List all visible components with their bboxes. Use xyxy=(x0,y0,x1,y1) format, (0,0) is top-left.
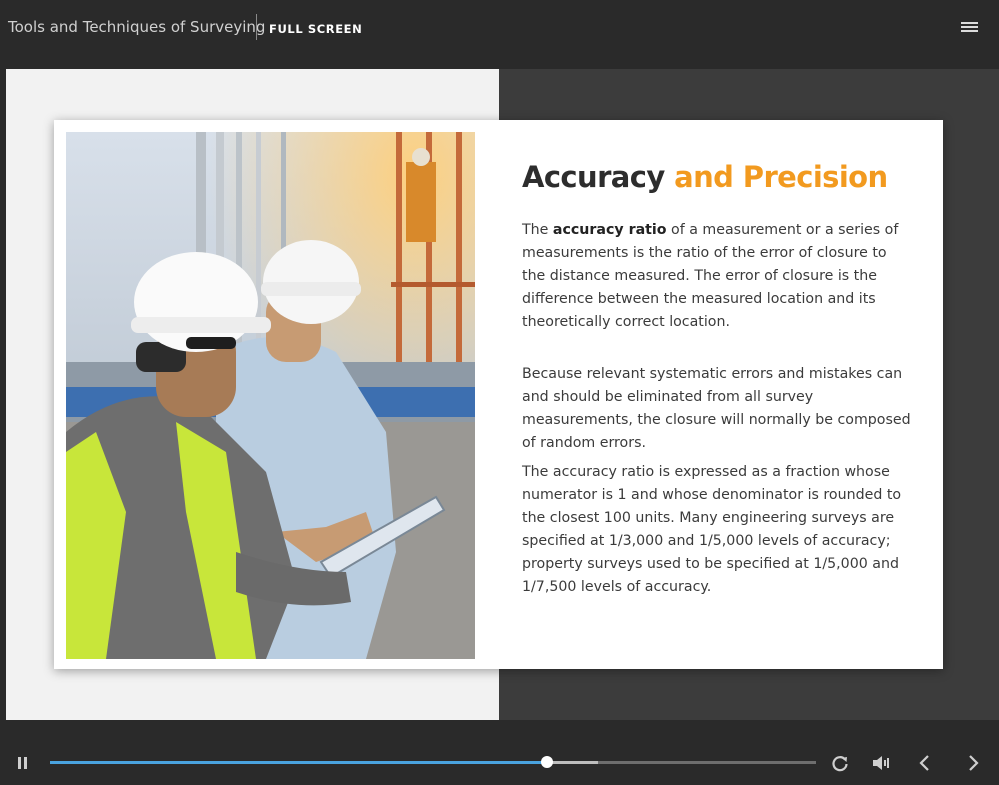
paragraph-2: Because relevant systematic errors and m… xyxy=(522,366,911,451)
slide-heading: Accuracy and Precision xyxy=(522,160,888,194)
volume-icon xyxy=(873,756,889,770)
slide-stage: Accuracy and Precision The accuracy rati… xyxy=(6,69,999,720)
paragraph-3: The accuracy ratio is expressed as a fra… xyxy=(522,464,902,595)
paragraph-1-rest: of a measurement or a series of measurem… xyxy=(522,222,899,330)
player-bar xyxy=(0,740,999,785)
progress-thumb[interactable] xyxy=(541,756,554,768)
menu-button[interactable] xyxy=(955,15,985,41)
course-title: Tools and Techniques of Surveying xyxy=(8,18,266,36)
previous-button[interactable] xyxy=(914,752,936,774)
heading-main: Accuracy xyxy=(522,160,665,194)
paragraph-1-prefix: The xyxy=(522,222,553,238)
content-card: Accuracy and Precision The accuracy rati… xyxy=(54,120,943,669)
heading-accent: and Precision xyxy=(664,160,888,194)
paragraph-1: The accuracy ratio of a measurement or a… xyxy=(522,219,914,334)
replay-button[interactable] xyxy=(829,752,851,774)
next-button[interactable] xyxy=(962,752,984,774)
pause-button[interactable] xyxy=(12,755,34,773)
volume-button[interactable] xyxy=(870,752,892,774)
progress-track[interactable] xyxy=(50,756,816,768)
chevron-right-icon xyxy=(969,755,979,771)
chevron-left-icon xyxy=(919,755,929,771)
engineers-photo xyxy=(66,132,475,659)
top-bar: Tools and Techniques of Surveying FULL S… xyxy=(0,0,999,55)
paragraph-1-bold: accuracy ratio xyxy=(552,222,667,238)
progress-fill xyxy=(50,761,548,764)
title-divider xyxy=(256,14,257,40)
full-screen-button[interactable]: FULL SCREEN xyxy=(269,22,362,36)
replay-icon xyxy=(832,756,848,772)
